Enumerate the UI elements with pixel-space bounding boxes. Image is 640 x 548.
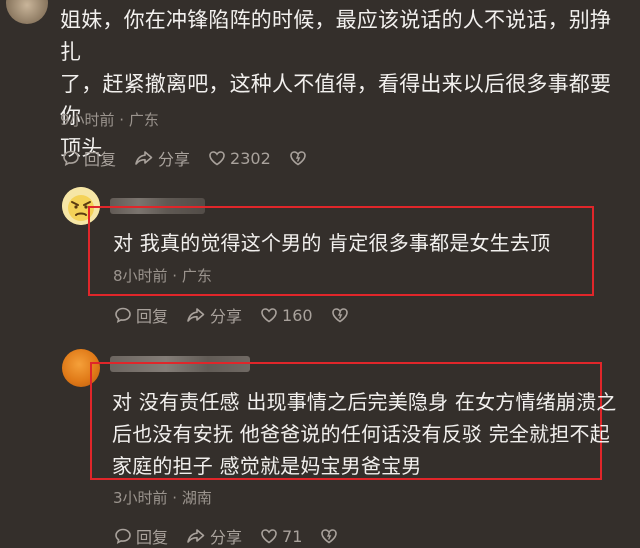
dislike-button[interactable] — [289, 149, 311, 167]
comment-text: 对 没有责任感 出现事情之后完美隐身 在女方情绪崩溃之 后也没有安抚 他爸爸说的… — [112, 386, 616, 482]
dislike-icon — [321, 529, 338, 544]
reply-button[interactable]: 回复 — [114, 524, 168, 548]
comment-actions: 回复 分享 2302 — [62, 146, 329, 170]
reply-label: 回复 — [84, 150, 117, 169]
share-label: 分享 — [210, 528, 243, 547]
reply-label: 回复 — [136, 307, 169, 326]
like-count: 71 — [282, 526, 303, 546]
share-button[interactable]: 分享 — [186, 524, 242, 548]
share-icon — [135, 151, 153, 165]
like-count: 160 — [282, 305, 313, 325]
comment-text: 对 我真的觉得这个男的 肯定很多事都是女生去顶 — [113, 231, 551, 255]
share-label: 分享 — [210, 307, 243, 326]
reply-button[interactable]: 回复 — [114, 303, 168, 327]
comment-actions: 回复 分享 71 — [114, 524, 360, 548]
comment-line: 家庭的担子 感觉就是妈宝男爸宝男 — [112, 454, 422, 478]
avatar[interactable] — [6, 0, 48, 24]
dislike-icon — [331, 308, 348, 323]
dislike-button[interactable] — [320, 527, 342, 545]
like-icon — [209, 151, 225, 166]
dislike-icon — [289, 151, 306, 166]
reply-button[interactable]: 回复 — [62, 146, 116, 170]
share-label: 分享 — [158, 150, 191, 169]
like-count: 2302 — [230, 148, 271, 168]
like-button[interactable]: 2302 — [208, 149, 271, 168]
share-icon — [187, 308, 205, 322]
like-icon — [261, 308, 277, 323]
dislike-button[interactable] — [331, 306, 353, 324]
comment-line: 姐妹，你在冲锋陷阵的时候，最应该说话的人不说话，别挣扎 — [60, 8, 612, 64]
share-icon — [187, 529, 205, 543]
comment-meta: 9小时前 · 广东 — [60, 111, 159, 129]
like-button[interactable]: 160 — [260, 306, 313, 325]
share-button[interactable]: 分享 — [134, 146, 190, 170]
comment-icon — [63, 150, 79, 167]
comment-actions: 回复 分享 160 — [114, 303, 371, 327]
comment-line: 对 没有责任感 出现事情之后完美隐身 在女方情绪崩溃之 — [112, 390, 617, 414]
comment-meta: 3小时前 · 湖南 — [113, 489, 212, 507]
comment-icon — [115, 528, 131, 545]
share-button[interactable]: 分享 — [186, 303, 242, 327]
comment-text: 姐妹，你在冲锋陷阵的时候，最应该说话的人不说话，别挣扎 了，赶紧撤离吧，这种人不… — [60, 4, 630, 164]
reply-label: 回复 — [136, 528, 169, 547]
comment-item: 姐妹，你在冲锋陷阵的时候，最应该说话的人不说话，别挣扎 了，赶紧撤离吧，这种人不… — [60, 4, 630, 164]
comment-icon — [115, 307, 131, 324]
like-icon — [261, 529, 277, 544]
like-button[interactable]: 71 — [260, 527, 302, 546]
comment-meta: 8小时前 · 广东 — [113, 267, 212, 285]
comment-line: 后也没有安抚 他爸爸说的任何话没有反驳 完全就担不起 — [112, 422, 610, 446]
